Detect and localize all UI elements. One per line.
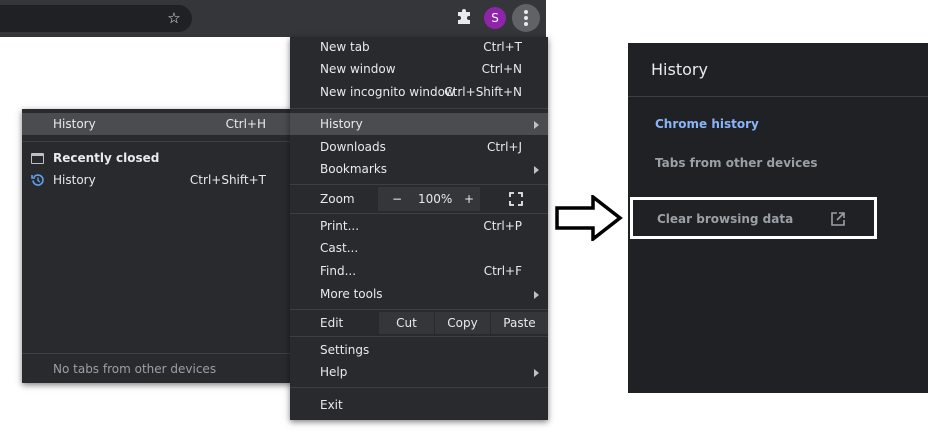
submenu-arrow-icon — [534, 291, 539, 299]
history-clock-icon — [31, 174, 44, 186]
profile-avatar[interactable]: S — [484, 7, 506, 29]
history-side-panel: History Chrome history Tabs from other d… — [628, 43, 928, 393]
paste-button[interactable]: Paste — [490, 312, 548, 334]
menu-item-label: Settings — [320, 343, 370, 357]
menu-item-label: Help — [320, 365, 348, 379]
menu-item-label: Exit — [320, 398, 343, 412]
recently-closed-label: Recently closed — [53, 151, 160, 165]
divider — [290, 184, 548, 185]
zoom-level: 100% — [418, 192, 453, 206]
menu-item-new-incognito-window[interactable]: New incognito window Ctrl+Shift+N — [290, 81, 548, 103]
menu-item-help[interactable]: Help — [290, 361, 548, 383]
submenu-item-history[interactable]: History Ctrl+H — [22, 113, 292, 135]
edit-label: Edit — [320, 316, 344, 330]
copy-button[interactable]: Copy — [434, 312, 490, 334]
recently-closed-heading: Recently closed — [22, 147, 292, 169]
submenu-arrow-icon — [534, 121, 539, 129]
window-icon — [31, 153, 44, 164]
menu-item-label: Print... — [320, 219, 360, 233]
history-submenu: History Ctrl+H Recently closed History C… — [22, 109, 292, 383]
divider — [290, 336, 548, 337]
shortcut-text: Ctrl+P — [483, 219, 522, 233]
divider — [290, 213, 548, 214]
menu-item-label: More tools — [320, 287, 383, 301]
menu-item-more-tools[interactable]: More tools — [290, 283, 548, 305]
divider — [290, 387, 548, 388]
shortcut-text: Ctrl+H — [225, 117, 266, 131]
submenu-item-closed-history[interactable]: History Ctrl+Shift+T — [22, 169, 292, 191]
menu-item-label: Bookmarks — [320, 162, 388, 176]
shortcut-text: Ctrl+F — [483, 264, 522, 278]
menu-item-new-window[interactable]: New window Ctrl+N — [290, 58, 548, 80]
menu-item-history[interactable]: History — [290, 113, 548, 135]
chrome-history-link[interactable]: Chrome history — [655, 117, 759, 131]
menu-item-label: New window — [320, 62, 396, 76]
menu-item-downloads[interactable]: Downloads Ctrl+J — [290, 136, 548, 158]
menu-item-label: Downloads — [320, 140, 386, 154]
menu-item-new-tab[interactable]: New tab Ctrl+T — [290, 36, 548, 58]
tabs-other-devices-link[interactable]: Tabs from other devices — [655, 156, 818, 170]
menu-item-label: History — [320, 117, 363, 131]
external-link-icon — [831, 212, 845, 226]
zoom-row: Zoom − 100% + — [290, 187, 548, 211]
divider — [22, 353, 292, 354]
fullscreen-icon[interactable] — [509, 192, 523, 206]
submenu-item-label: History — [53, 173, 96, 187]
menu-item-label: New tab — [320, 40, 370, 54]
zoom-out-button[interactable]: − — [392, 187, 402, 211]
chrome-main-menu: New tab Ctrl+T New window Ctrl+N New inc… — [290, 37, 548, 420]
no-tabs-message: No tabs from other devices — [53, 362, 217, 376]
menu-item-bookmarks[interactable]: Bookmarks — [290, 158, 548, 180]
panel-header: History — [628, 43, 928, 97]
shortcut-text: Ctrl+J — [487, 140, 522, 154]
browser-toolbar: ☆ S — [0, 0, 546, 37]
menu-item-exit[interactable]: Exit — [290, 394, 548, 416]
edit-row: Edit Cut Copy Paste — [290, 312, 548, 334]
zoom-label: Zoom — [320, 192, 355, 206]
kebab-menu-icon[interactable] — [512, 4, 540, 32]
clear-browsing-data-item[interactable]: Clear browsing data — [630, 197, 877, 239]
divider — [290, 309, 548, 310]
shortcut-text: Ctrl+Shift+T — [189, 173, 266, 187]
shortcut-text: Ctrl+Shift+N — [444, 85, 522, 99]
shortcut-text: Ctrl+N — [481, 62, 522, 76]
submenu-arrow-icon — [534, 166, 539, 174]
cut-button[interactable]: Cut — [378, 312, 434, 334]
menu-item-label: New incognito window — [320, 85, 455, 99]
shortcut-text: Ctrl+T — [483, 40, 522, 54]
clear-browsing-data-label: Clear browsing data — [657, 212, 794, 226]
zoom-control: − 100% + — [378, 187, 480, 211]
zoom-in-button[interactable]: + — [464, 187, 474, 211]
divider — [22, 141, 292, 142]
divider — [290, 108, 548, 109]
puzzle-extension-icon[interactable] — [454, 8, 474, 28]
star-icon[interactable]: ☆ — [164, 8, 184, 28]
menu-item-print[interactable]: Print... Ctrl+P — [290, 215, 548, 237]
menu-item-label: Find... — [320, 264, 357, 278]
menu-item-label: Cast... — [320, 241, 359, 255]
panel-title: History — [651, 60, 708, 79]
right-arrow-icon — [555, 195, 623, 241]
menu-item-settings[interactable]: Settings — [290, 339, 548, 361]
submenu-item-label: History — [53, 117, 96, 131]
menu-item-find[interactable]: Find... Ctrl+F — [290, 260, 548, 282]
address-bar[interactable]: ☆ — [0, 5, 192, 32]
menu-item-cast[interactable]: Cast... — [290, 237, 548, 259]
submenu-arrow-icon — [534, 369, 539, 377]
